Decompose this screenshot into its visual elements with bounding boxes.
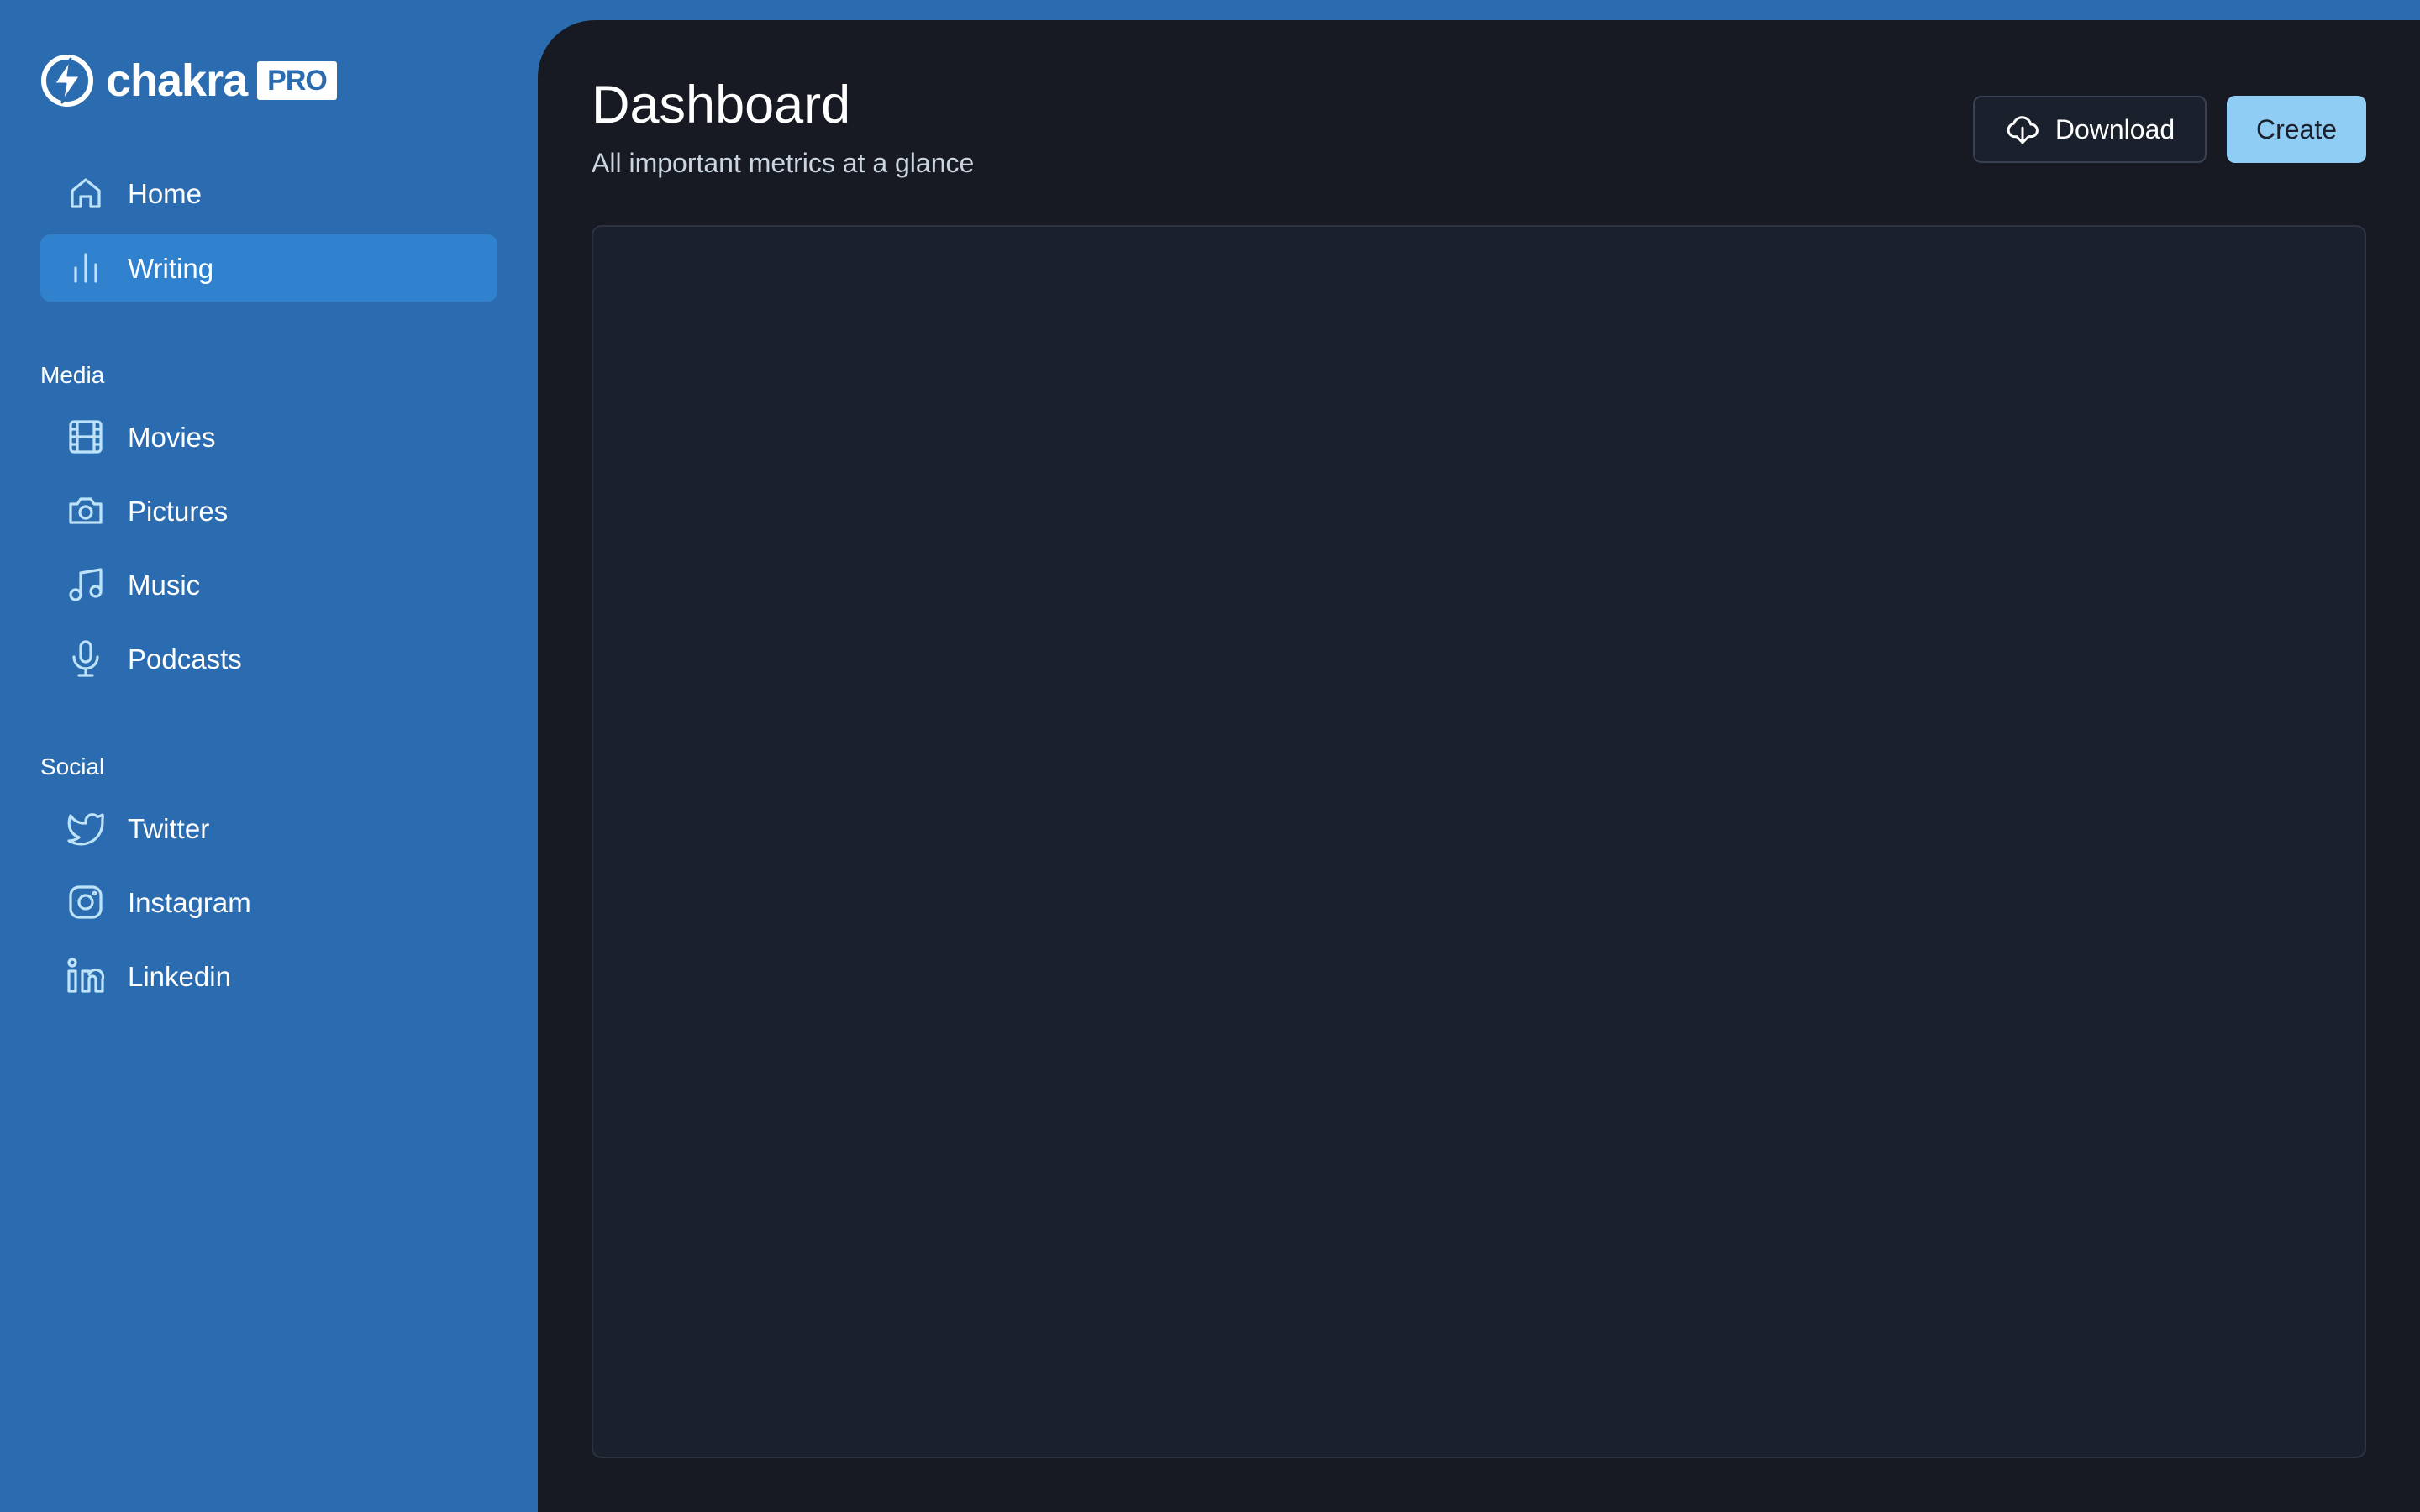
sidebar-item-label: Twitter <box>128 812 210 844</box>
microphone-icon <box>66 638 106 679</box>
cloud-download-icon <box>2007 116 2039 144</box>
section-label-media: Media <box>40 362 105 388</box>
sidebar-item-label: Linkedin <box>128 960 231 992</box>
sidebar-item-label: Movies <box>128 421 216 453</box>
music-icon <box>66 564 106 605</box>
camera-icon <box>66 491 106 531</box>
main-panel: Dashboard All important metrics at a gla… <box>538 20 2420 1512</box>
sidebar-item-label: Music <box>128 569 201 601</box>
download-button[interactable]: Download <box>1973 96 2207 163</box>
sidebar-item-label: Podcasts <box>128 643 242 675</box>
brand-badge: PRO <box>257 61 337 100</box>
twitter-icon <box>66 808 106 848</box>
create-button-label: Create <box>2255 113 2338 144</box>
sidebar-item-instagram[interactable]: Instagram <box>40 869 497 936</box>
lightning-bolt-icon <box>41 55 93 107</box>
sidebar-item-label: Writing <box>128 252 214 284</box>
content-card <box>592 225 2366 1458</box>
film-icon <box>66 417 106 457</box>
sidebar-item-home[interactable]: Home <box>40 160 497 227</box>
sidebar-item-twitter[interactable]: Twitter <box>40 795 497 862</box>
page-subtitle: All important metrics at a glance <box>592 148 975 178</box>
brand-logo[interactable]: chakra PRO <box>40 52 337 109</box>
bar-chart-icon <box>66 248 106 288</box>
sidebar-item-label: Pictures <box>128 495 229 527</box>
sidebar-item-podcasts[interactable]: Podcasts <box>40 625 497 692</box>
sidebar-item-writing[interactable]: Writing <box>40 234 497 302</box>
sidebar-item-pictures[interactable]: Pictures <box>40 477 497 544</box>
instagram-icon <box>66 882 106 922</box>
sidebar-item-linkedin[interactable]: Linkedin <box>40 942 497 1010</box>
sidebar-item-label: Instagram <box>128 886 251 918</box>
page-title: Dashboard <box>592 76 851 134</box>
sidebar-item-label: Home <box>128 177 203 209</box>
sidebar-item-music[interactable]: Music <box>40 551 497 618</box>
section-label-social: Social <box>40 753 105 780</box>
home-icon <box>66 173 106 213</box>
linkedin-icon <box>66 956 106 996</box>
brand-name: chakra <box>106 55 248 106</box>
sidebar-item-movies[interactable]: Movies <box>40 403 497 470</box>
create-button[interactable]: Create <box>2227 96 2366 163</box>
sidebar: chakra PRO Home Writing Media Movies Pic… <box>0 0 538 1512</box>
download-button-label: Download <box>2054 113 2175 144</box>
